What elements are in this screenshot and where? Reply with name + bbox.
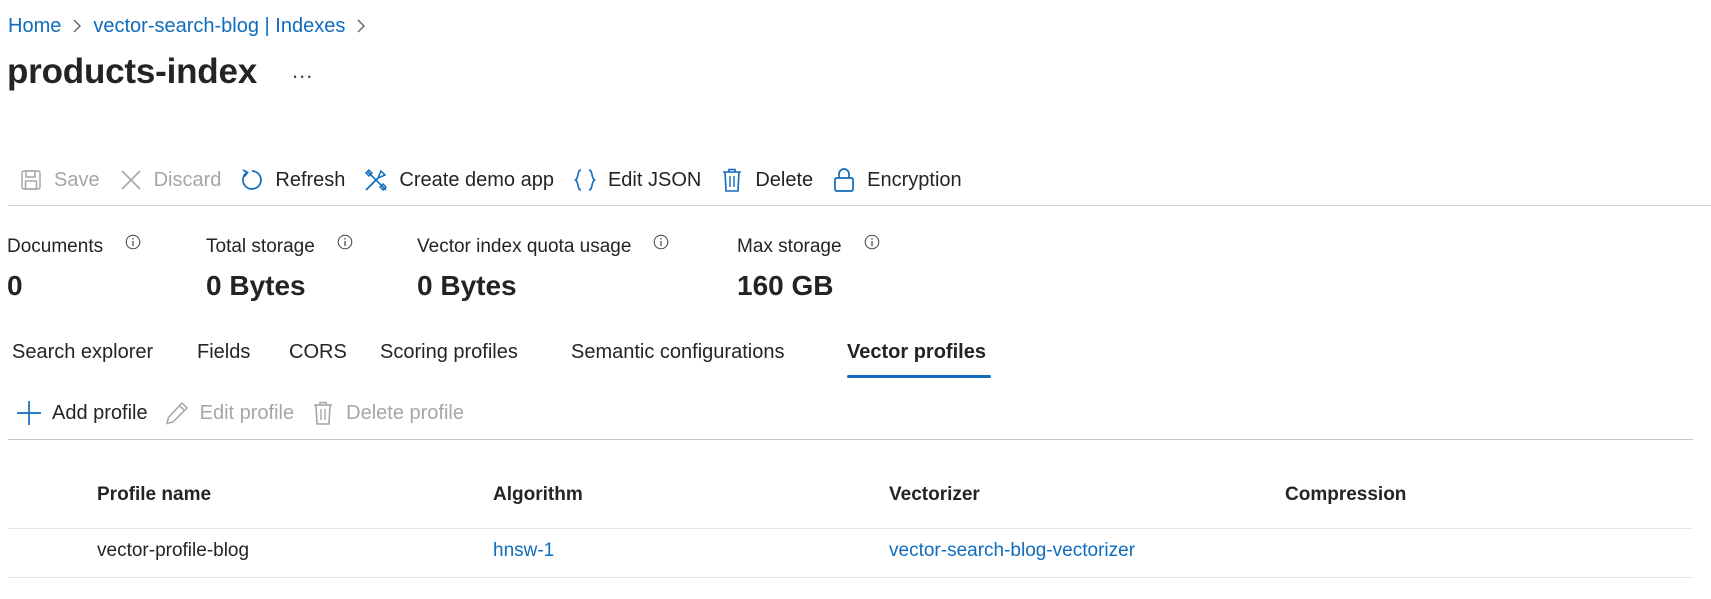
active-tab-indicator xyxy=(847,375,991,378)
tab-fields[interactable]: Fields xyxy=(197,338,250,378)
stat-value: 0 xyxy=(7,270,23,301)
edit-json-button[interactable]: Edit JSON xyxy=(562,160,709,200)
delete-profile-label: Delete profile xyxy=(346,401,464,424)
stat-documents: Documents 0 xyxy=(7,234,141,302)
add-profile-button[interactable]: Add profile xyxy=(8,396,156,430)
stat-label: Total storage xyxy=(206,236,315,257)
stat-label: Vector index quota usage xyxy=(417,236,632,257)
delete-profile-button[interactable]: Delete profile xyxy=(302,396,472,430)
stat-value: 0 Bytes xyxy=(417,270,517,301)
table-header-divider xyxy=(8,528,1693,529)
discard-label: Discard xyxy=(153,168,222,191)
stat-value: 160 GB xyxy=(737,270,834,301)
tab-search-explorer[interactable]: Search explorer xyxy=(12,338,153,378)
delete-button[interactable]: Delete xyxy=(709,160,821,200)
chevron-right-icon xyxy=(355,19,367,33)
stat-total-storage: Total storage 0 Bytes xyxy=(206,234,353,302)
cell-algorithm-link[interactable]: hnsw-1 xyxy=(493,540,554,562)
add-profile-label: Add profile xyxy=(52,401,148,424)
column-header-compression[interactable]: Compression xyxy=(1285,484,1406,506)
tab-scoring-profiles[interactable]: Scoring profiles xyxy=(380,338,518,378)
column-header-vectorizer[interactable]: Vectorizer xyxy=(889,484,980,506)
create-demo-app-button[interactable]: Create demo app xyxy=(353,160,562,200)
column-header-profile-name[interactable]: Profile name xyxy=(97,484,211,506)
encryption-button[interactable]: Encryption xyxy=(821,160,970,200)
stat-value: 0 Bytes xyxy=(206,270,306,301)
column-header-algorithm[interactable]: Algorithm xyxy=(493,484,583,506)
cell-profile-name: vector-profile-blog xyxy=(97,540,250,561)
stat-label: Max storage xyxy=(737,236,842,257)
chevron-right-icon xyxy=(71,19,83,33)
edit-profile-button[interactable]: Edit profile xyxy=(156,396,303,430)
braces-icon xyxy=(572,167,598,193)
tab-cors[interactable]: CORS xyxy=(289,338,347,378)
tab-semantic-configurations[interactable]: Semantic configurations xyxy=(571,338,784,378)
stat-label: Documents xyxy=(7,236,104,257)
stat-vector-quota: Vector index quota usage 0 Bytes xyxy=(417,234,669,302)
create-demo-app-label: Create demo app xyxy=(399,168,554,191)
toolbar-divider xyxy=(8,205,1711,206)
info-icon[interactable] xyxy=(337,234,353,250)
pencil-icon xyxy=(164,400,190,426)
add-icon xyxy=(16,400,42,426)
page-title: products-index xyxy=(7,52,257,91)
close-icon xyxy=(118,167,144,193)
stat-max-storage: Max storage 160 GB xyxy=(737,234,880,302)
delete-label: Delete xyxy=(755,168,814,191)
breadcrumb-home-link[interactable]: Home xyxy=(8,15,61,38)
edit-json-label: Edit JSON xyxy=(607,168,702,191)
breadcrumb-indexes-link[interactable]: vector-search-blog | Indexes xyxy=(93,15,345,38)
refresh-icon xyxy=(239,167,265,193)
trash-icon xyxy=(310,400,336,426)
lock-icon xyxy=(831,167,857,193)
discard-button[interactable]: Discard xyxy=(108,160,230,200)
info-icon[interactable] xyxy=(653,234,669,250)
refresh-label: Refresh xyxy=(275,168,346,191)
encryption-label: Encryption xyxy=(867,168,962,191)
tab-vector-profiles[interactable]: Vector profiles xyxy=(847,338,986,378)
trash-icon xyxy=(719,167,745,193)
refresh-button[interactable]: Refresh xyxy=(229,160,353,200)
edit-profile-label: Edit profile xyxy=(199,401,295,424)
info-icon[interactable] xyxy=(864,234,880,250)
command-bar: Save Discard Refresh Create demo app Edi… xyxy=(8,160,970,200)
save-label: Save xyxy=(54,168,100,191)
save-icon xyxy=(18,167,44,193)
info-icon[interactable] xyxy=(125,234,141,250)
table-row-divider xyxy=(8,577,1693,578)
save-button[interactable]: Save xyxy=(8,160,108,200)
cell-vectorizer-link[interactable]: vector-search-blog-vectorizer xyxy=(889,540,1135,562)
more-options-button[interactable]: ... xyxy=(292,58,313,84)
profile-toolbar-divider xyxy=(8,439,1693,440)
profile-command-bar: Add profile Edit profile Delete profile xyxy=(8,396,472,430)
breadcrumb: Home vector-search-blog | Indexes xyxy=(8,14,377,38)
tools-icon xyxy=(363,167,389,193)
